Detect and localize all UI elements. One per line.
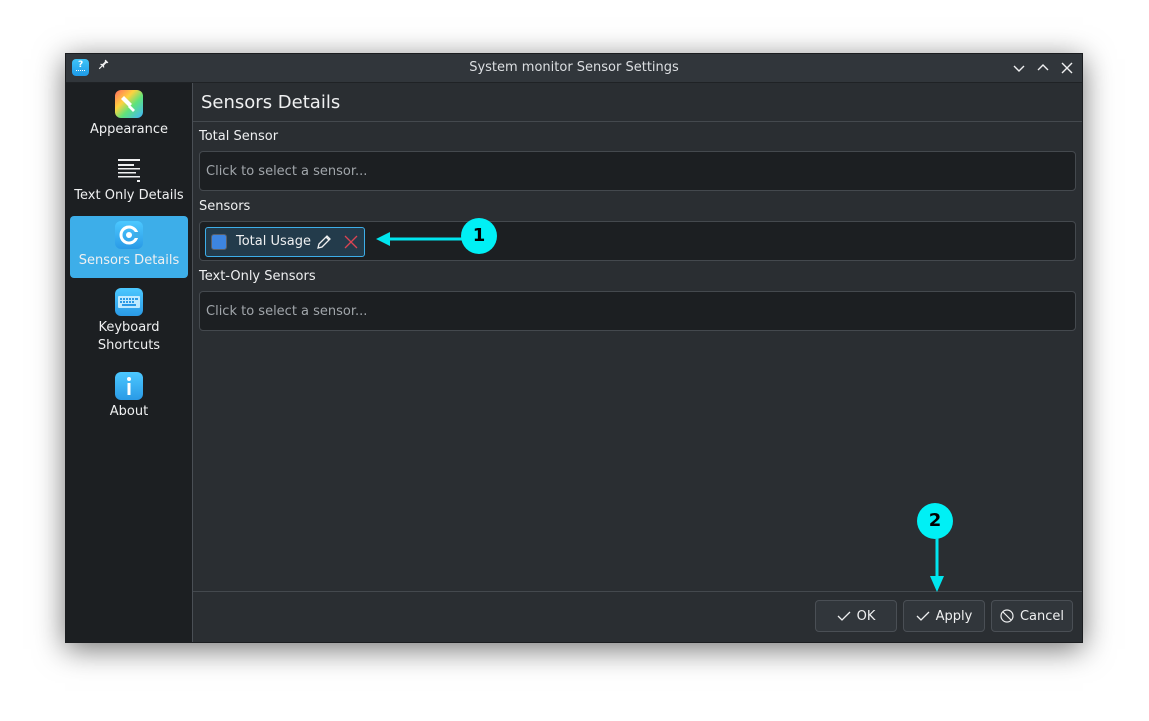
window-title: System monitor Sensor Settings bbox=[469, 60, 679, 75]
close-button[interactable] bbox=[1057, 58, 1077, 78]
sidebar-item-keyboard-shortcuts[interactable]: Keyboard Shortcuts bbox=[70, 288, 188, 364]
annotation-arrow-2 bbox=[930, 538, 944, 592]
sidebar-item-label: About bbox=[109, 404, 149, 419]
sensor-icon bbox=[115, 221, 143, 249]
maximize-button[interactable] bbox=[1033, 58, 1053, 78]
sensors-label: Sensors bbox=[199, 199, 251, 214]
text-only-sensors-label: Text-Only Sensors bbox=[199, 269, 316, 284]
page-title: Sensors Details bbox=[201, 92, 341, 113]
cancel-icon bbox=[1000, 609, 1014, 623]
sensor-chip[interactable]: Total Usage bbox=[205, 227, 365, 257]
edit-icon[interactable] bbox=[316, 234, 332, 250]
sensor-chip-label: Total Usage bbox=[236, 234, 311, 249]
checkmark-icon bbox=[837, 611, 851, 621]
sidebar-item-label: Shortcuts bbox=[97, 338, 161, 353]
total-sensor-selector[interactable]: Click to select a sensor... bbox=[199, 151, 1076, 191]
cancel-button[interactable]: Cancel bbox=[991, 600, 1073, 632]
close-icon bbox=[1061, 62, 1073, 74]
sensor-color-swatch[interactable] bbox=[211, 234, 227, 250]
content-panel: Sensors Details Total Sensor Click to se… bbox=[193, 83, 1082, 642]
title-bar[interactable]: ? System monitor Sensor Settings bbox=[66, 54, 1082, 83]
sensors-selector[interactable]: Total Usage bbox=[199, 221, 1076, 261]
total-sensor-placeholder: Click to select a sensor... bbox=[206, 164, 368, 179]
text-lines-icon bbox=[115, 156, 143, 184]
apply-label: Apply bbox=[935, 608, 973, 624]
annotation-badge-2: 2 bbox=[917, 503, 953, 539]
info-icon bbox=[115, 372, 143, 400]
sidebar: Appearance Text Only Details Sensors Det… bbox=[66, 83, 193, 642]
sidebar-item-about[interactable]: About bbox=[70, 372, 188, 428]
sidebar-item-text-only-details[interactable]: Text Only Details bbox=[70, 156, 188, 212]
text-only-sensors-selector[interactable]: Click to select a sensor... bbox=[199, 291, 1076, 331]
chevron-up-icon bbox=[1037, 64, 1049, 71]
cancel-label: Cancel bbox=[1019, 608, 1065, 624]
remove-icon[interactable] bbox=[343, 234, 359, 250]
paintbrush-icon bbox=[115, 90, 143, 118]
sidebar-item-label: Appearance bbox=[89, 122, 169, 137]
keyboard-icon bbox=[115, 288, 143, 316]
annotation-badge-1: 1 bbox=[461, 218, 497, 254]
checkmark-icon bbox=[916, 611, 930, 621]
sidebar-item-label: Text Only Details bbox=[74, 188, 184, 203]
minimize-button[interactable] bbox=[1009, 58, 1029, 78]
sidebar-item-label: Sensors Details bbox=[78, 253, 180, 268]
ok-button[interactable]: OK bbox=[815, 600, 897, 632]
total-sensor-label: Total Sensor bbox=[199, 129, 279, 144]
sidebar-item-sensors-details[interactable]: Sensors Details bbox=[70, 216, 188, 278]
chevron-down-icon bbox=[1013, 65, 1025, 72]
apply-button[interactable]: Apply bbox=[903, 600, 985, 632]
sidebar-item-appearance[interactable]: Appearance bbox=[70, 90, 188, 146]
text-only-sensors-placeholder: Click to select a sensor... bbox=[206, 304, 368, 319]
sidebar-item-label: Keyboard bbox=[98, 320, 160, 335]
dialog-footer: OK Apply Cancel bbox=[193, 591, 1082, 642]
content-header: Sensors Details bbox=[193, 83, 1082, 122]
annotation-arrow-1 bbox=[376, 232, 466, 246]
ok-label: OK bbox=[856, 608, 876, 624]
